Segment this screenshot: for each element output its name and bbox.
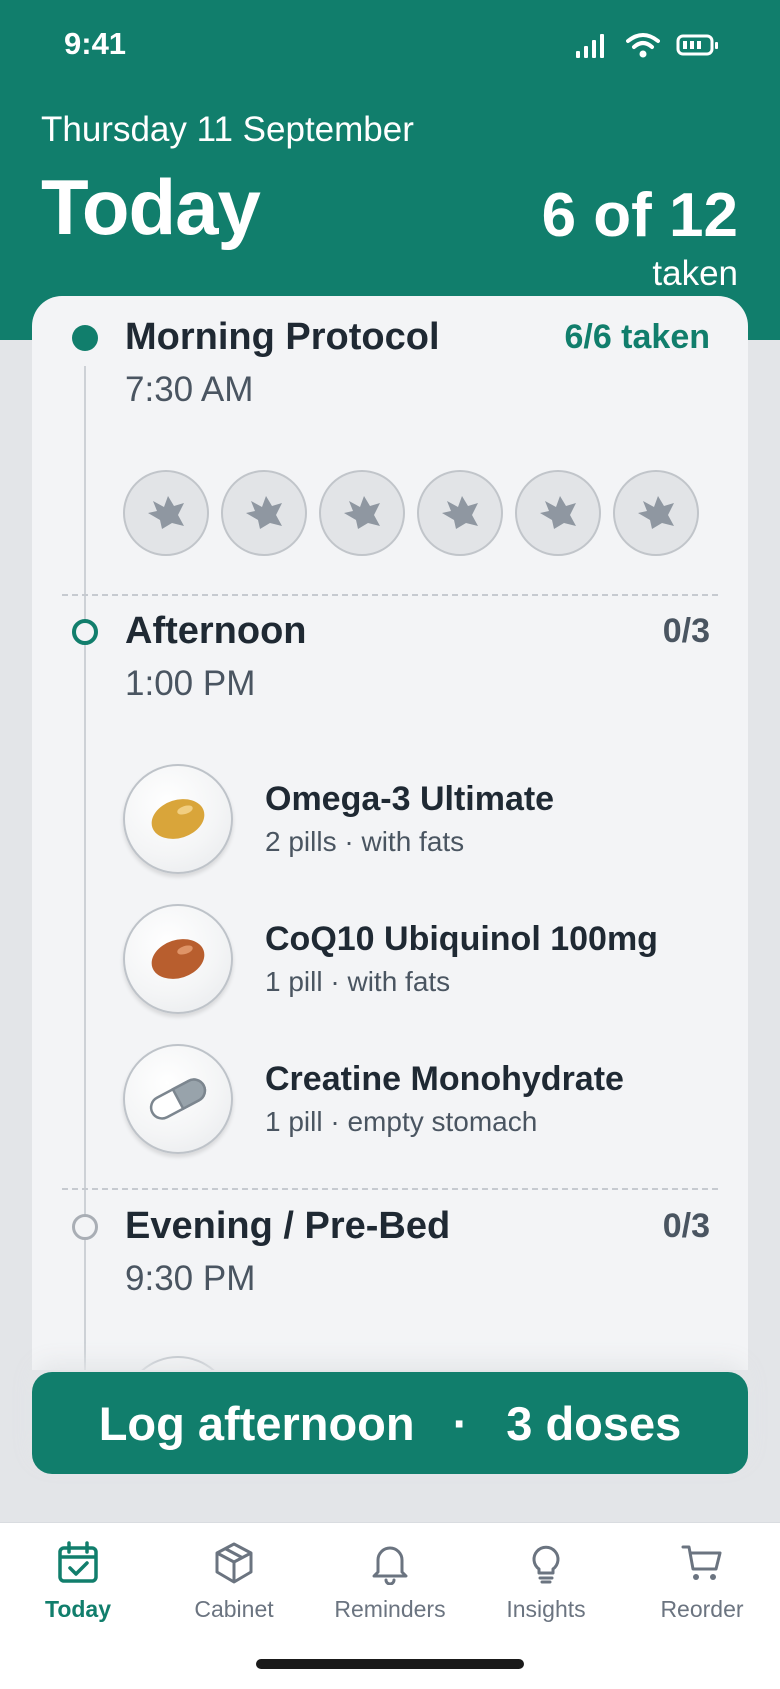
status-icons — [576, 32, 720, 58]
tab-cabinet[interactable]: Cabinet — [156, 1541, 312, 1623]
section-time-afternoon: 1:00 PM — [125, 664, 256, 703]
med-item-partial[interactable] — [123, 1356, 723, 1370]
date-label: Thursday 11 September — [41, 110, 414, 149]
tab-label: Reminders — [334, 1596, 446, 1622]
calendar-check-icon — [58, 1541, 98, 1583]
taken-pill-6[interactable] — [613, 470, 699, 556]
section-time-morning: 7:30 AM — [125, 370, 254, 409]
log-button-doses: 3 doses — [506, 1396, 682, 1450]
tab-label: Insights — [506, 1596, 586, 1622]
tab-insights[interactable]: Insights — [468, 1541, 624, 1623]
pill-shard-icon — [442, 496, 478, 529]
timeline-dot-active — [72, 619, 98, 645]
status-time: 9:41 — [64, 26, 127, 61]
pill-icon — [123, 1356, 233, 1370]
pill-shard-icon — [148, 496, 184, 529]
bell-icon — [372, 1546, 408, 1586]
section-title-evening: Evening / Pre-Bed — [125, 1205, 451, 1247]
page-title: Today — [41, 163, 261, 251]
med-detail: 1 pill · with fats — [265, 966, 451, 997]
signal-icon — [576, 34, 604, 58]
section-divider — [62, 594, 718, 596]
home-indicator — [256, 1659, 524, 1669]
box-icon — [215, 1542, 253, 1584]
med-name: Omega-3 Ultimate — [265, 780, 555, 818]
pill-shard-icon — [246, 496, 282, 529]
taken-pill-2[interactable] — [221, 470, 307, 556]
med-name: Creatine Monohydrate — [265, 1060, 624, 1098]
softgel-brown-icon — [123, 904, 233, 1014]
pill-shard-icon — [344, 496, 380, 529]
log-button-label: Log afternoon — [98, 1396, 415, 1450]
tab-label: Cabinet — [194, 1596, 274, 1622]
cart-icon — [681, 1545, 722, 1580]
softgel-gold-icon — [123, 764, 233, 874]
taken-pill-4[interactable] — [417, 470, 503, 556]
med-detail: 1 pill · empty stomach — [265, 1106, 538, 1137]
wifi-icon — [626, 33, 660, 58]
med-detail: 2 pills · with fats — [265, 826, 465, 857]
tab-label: Reorder — [660, 1596, 744, 1622]
pill-shard-icon — [540, 496, 576, 529]
progress-label: taken — [652, 254, 738, 293]
med-item[interactable]: Creatine Monohydrate 1 pill · empty stom… — [123, 1044, 723, 1158]
med-item[interactable]: CoQ10 Ubiquinol 100mg 1 pill · with fats — [123, 904, 723, 1018]
header: 9:41 Thursday 11 September Today 6 of 12… — [0, 0, 780, 340]
tab-today[interactable]: Today — [0, 1541, 156, 1623]
taken-pill-1[interactable] — [123, 470, 209, 556]
tab-label: Today — [44, 1596, 112, 1622]
timeline-dot-done — [72, 325, 98, 351]
lightbulb-icon — [532, 1545, 560, 1584]
section-title-morning: Morning Protocol — [125, 316, 440, 358]
taken-pill-3[interactable] — [319, 470, 405, 556]
tab-reorder[interactable]: Reorder — [624, 1541, 780, 1623]
tab-reminders[interactable]: Reminders — [312, 1541, 468, 1623]
section-divider — [62, 1188, 718, 1190]
section-status-afternoon: 0/3 — [662, 612, 710, 650]
section-time-evening: 9:30 PM — [125, 1259, 256, 1298]
section-status-morning: 6/6 taken — [564, 318, 710, 356]
schedule-card: Morning Protocol 7:30 AM 6/6 taken After… — [32, 296, 748, 1370]
section-title-afternoon: Afternoon — [125, 610, 307, 652]
log-button-separator: · — [452, 1396, 469, 1450]
taken-pills-row — [123, 470, 699, 556]
battery-icon — [676, 34, 718, 56]
med-name: CoQ10 Ubiquinol 100mg — [265, 920, 658, 958]
timeline-dot-pending — [72, 1214, 98, 1240]
pill-shard-icon — [638, 496, 674, 529]
log-doses-button[interactable]: Log afternoon · 3 doses — [32, 1372, 748, 1474]
capsule-icon — [123, 1044, 233, 1154]
med-item[interactable]: Omega-3 Ultimate 2 pills · with fats — [123, 764, 723, 878]
progress-count: 6 of 12 — [541, 181, 738, 250]
section-status-evening: 0/3 — [662, 1207, 710, 1245]
taken-pill-5[interactable] — [515, 470, 601, 556]
